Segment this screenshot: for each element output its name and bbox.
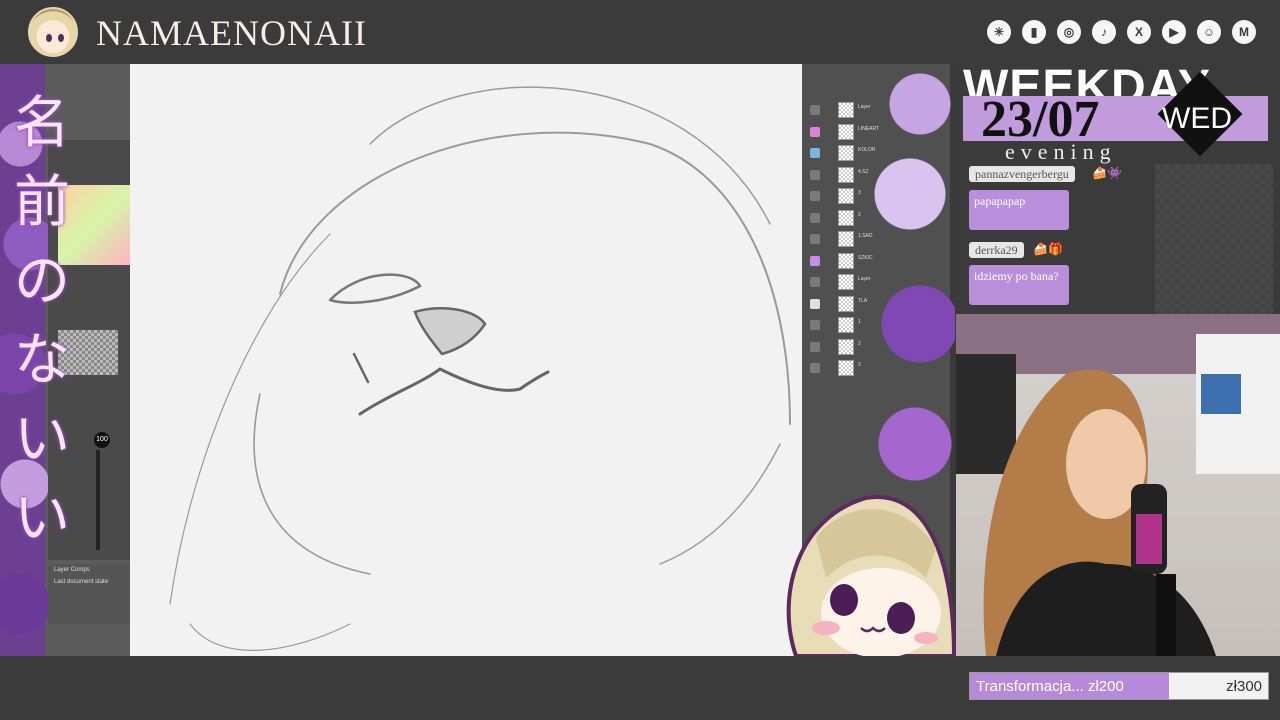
- avatar-eye: [58, 34, 64, 42]
- time-of-day: evening: [1005, 139, 1117, 164]
- visibility-eye-icon[interactable]: [810, 341, 820, 352]
- webcam-scene: [956, 314, 1280, 656]
- japanese-title-char: 名: [14, 91, 70, 156]
- linktree-icon[interactable]: ✳: [987, 20, 1011, 44]
- layer-thumbnail: [838, 231, 854, 247]
- layer-comps-title: Layer Comps: [54, 567, 90, 573]
- layer-thumbnail: [838, 209, 854, 226]
- visibility-eye-icon[interactable]: [810, 234, 820, 244]
- visibility-eye-icon[interactable]: [810, 255, 820, 266]
- visibility-eye-icon[interactable]: [810, 148, 820, 158]
- top-bar: NAMAENONAII ✳ ▮ ◎ ♪ X ▶ ☺ M: [0, 0, 1280, 64]
- chat-username: derrka29: [969, 242, 1024, 258]
- layer-thumbnail: [838, 252, 854, 269]
- layer-thumbnail: [838, 317, 854, 333]
- gmail-icon[interactable]: M: [1232, 20, 1256, 44]
- eye-sketch: [328, 273, 422, 304]
- japanese-title-char: い: [14, 407, 70, 472]
- instagram-icon[interactable]: ◎: [1057, 20, 1081, 44]
- chat-username: pannazvengerbergu: [969, 166, 1075, 182]
- chat-emotes: 🍰🎁: [1033, 242, 1063, 256]
- japanese-title-char: な: [14, 328, 70, 393]
- visibility-eye-icon[interactable]: [810, 277, 820, 287]
- visibility-eye-icon[interactable]: [810, 105, 820, 115]
- layer-thumbnail: [838, 145, 854, 161]
- visibility-eye-icon[interactable]: [810, 191, 820, 201]
- mouth-sketch: [358, 367, 550, 416]
- layer-thumbnail: [838, 338, 854, 355]
- avatar-eye: [46, 34, 52, 42]
- youtube-icon[interactable]: ▶: [1162, 20, 1186, 44]
- right-flower-decoration: [860, 64, 955, 504]
- chat-message: papapapap: [969, 190, 1069, 230]
- japanese-title: 名前のないい: [14, 84, 84, 558]
- donation-goal-bar: Transformacja... zł200 zł300: [969, 672, 1269, 700]
- channel-name: NAMAENONAII: [96, 13, 367, 53]
- chibi-mascot: [786, 495, 956, 656]
- mouth-sketch: [352, 352, 370, 384]
- sketch-stroke: [189, 623, 351, 651]
- visibility-eye-icon[interactable]: [810, 320, 820, 330]
- layer-thumbnail: [838, 274, 854, 290]
- twitch-icon[interactable]: ▮: [1022, 20, 1046, 44]
- opacity-slider[interactable]: [96, 450, 100, 550]
- goal-target: zł300: [1226, 678, 1262, 695]
- layer-thumbnail: [838, 295, 854, 312]
- visibility-eye-icon[interactable]: [810, 298, 820, 309]
- layer-comps-item[interactable]: Last document state: [54, 579, 124, 585]
- layer-thumbnail: [838, 123, 854, 140]
- stream-info-panel: WEEKDAY 23/07 WED evening pannazvengerbe…: [955, 61, 1280, 314]
- layer-comps-panel: Layer Comps Last document state: [48, 564, 130, 624]
- stream-day: WED: [1162, 102, 1232, 135]
- pixel-decoration: [1155, 164, 1273, 314]
- sketch-stroke: [659, 443, 781, 565]
- nose-sketch: [413, 306, 487, 356]
- visibility-eye-icon[interactable]: [810, 363, 820, 373]
- japanese-title-char: い: [14, 486, 70, 551]
- visibility-eye-icon[interactable]: [810, 169, 820, 180]
- visibility-eye-icon[interactable]: [810, 212, 820, 223]
- layer-thumbnail: [838, 188, 854, 204]
- visibility-eye-icon[interactable]: [810, 126, 820, 137]
- layer-thumbnail: [838, 360, 854, 376]
- avatar: [28, 7, 78, 57]
- webcam-feed: [956, 314, 1280, 656]
- tiktok-icon[interactable]: ♪: [1092, 20, 1116, 44]
- social-links: ✳ ▮ ◎ ♪ X ▶ ☺ M: [987, 20, 1256, 44]
- japanese-title-char: 前: [14, 170, 70, 235]
- chat-emotes: 🍰👾: [1092, 166, 1122, 180]
- opacity-indicator: 100: [94, 432, 110, 448]
- goal-label: Transformacja... zł200: [976, 678, 1124, 695]
- sketch-stroke: [253, 393, 371, 575]
- layer-thumbnail: [838, 166, 854, 183]
- sketch-stroke: [369, 86, 771, 225]
- sketch-drawing: [169, 86, 791, 651]
- x-icon[interactable]: X: [1127, 20, 1151, 44]
- layer-thumbnail: [838, 102, 854, 118]
- japanese-title-char: の: [14, 249, 70, 314]
- drawing-canvas[interactable]: [130, 64, 802, 656]
- chat-message: idziemy po bana?: [969, 265, 1069, 305]
- discord-icon[interactable]: ☺: [1197, 20, 1221, 44]
